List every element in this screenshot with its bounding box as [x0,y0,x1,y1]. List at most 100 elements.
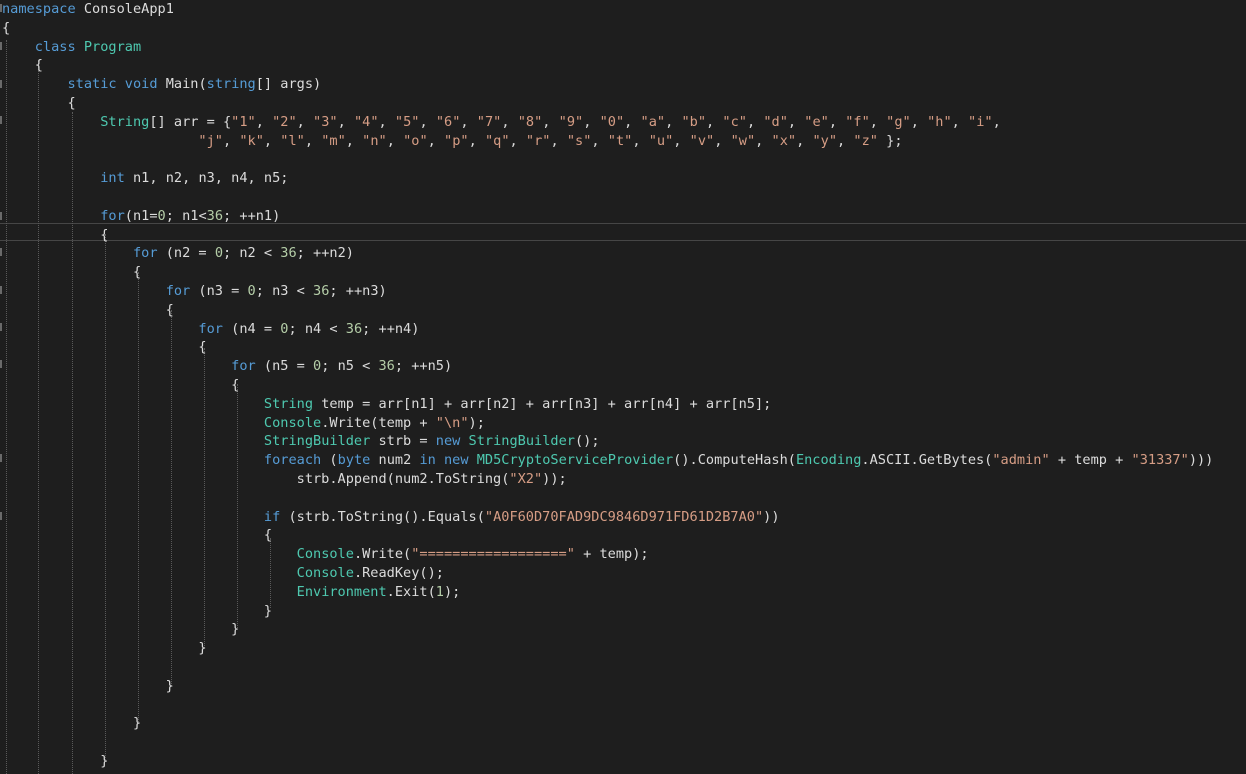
code-line[interactable]: static void Main(string[] args) [2,75,321,94]
code-token: "x" [771,132,797,149]
code-token: num2 [370,452,420,469]
code-line[interactable]: } [2,677,174,696]
code-token: , [222,132,240,149]
code-line[interactable]: } [2,752,108,771]
code-token: , [550,132,567,149]
code-token: for [165,283,191,299]
code-token: [] args) [255,76,322,93]
code-token: StringBuilder [263,433,371,450]
code-line[interactable]: { [2,301,174,320]
code-token: "z" [853,132,878,149]
code-line[interactable]: StringBuilder strb = new StringBuilder()… [2,432,600,451]
code-editor[interactable]: namespace ConsoleApp1{ class Program { s… [0,0,1246,774]
code-line[interactable]: { [2,338,207,357]
code-line[interactable]: Console.ReadKey(); [2,564,444,583]
code-token: ; n2 < [223,245,281,262]
code-token: (n2 = [157,245,215,262]
code-token: Encoding [795,452,862,469]
code-token: , [828,113,846,130]
code-token: 36 [378,358,395,375]
code-token: "d" [763,113,788,130]
code-line[interactable]: Environment.Exit(1); [2,583,461,602]
code-token: String [263,395,314,412]
code-token: "j" [198,132,223,149]
code-token: , [910,113,928,130]
code-line[interactable]: class Program [2,38,141,57]
code-token: "t" [607,132,633,149]
code-token: class [34,38,76,55]
code-line[interactable]: Console.Write("==================" + tem… [2,545,649,564]
code-line[interactable]: } [2,620,239,639]
code-line[interactable]: } [2,602,272,621]
code-token: { [2,377,240,393]
code-token: .ReadKey(); [353,565,444,581]
code-token: temp = arr[n1] + arr[n2] + arr[n3] + arr… [313,395,772,412]
code-token: if [263,508,281,525]
code-line[interactable]: for (n2 = 0; n2 < 36; ++n2) [2,244,354,263]
code-line[interactable]: String[] arr = {"1", "2", "3", "4", "5",… [2,113,1001,132]
code-line[interactable]: for (n3 = 0; n3 < 36; ++n3) [2,282,387,301]
code-token: , [427,132,445,149]
code-token: , [509,132,526,149]
code-token: { [2,339,207,356]
code-line[interactable]: for (n5 = 0; n5 < 36; ++n5) [2,357,452,376]
code-token: ; ++n2) [296,245,354,262]
code-token: "g" [886,113,911,130]
code-line[interactable]: } [2,639,206,658]
code-token: "A0F60D70FAD9DC9846D971FD61D2B7A0" [484,508,764,525]
code-token: strb.Append(num2.ToString( [2,471,510,487]
code-token: 0 [157,207,166,224]
code-token: "3" [313,113,338,130]
code-line[interactable]: strb.Append(num2.ToString("X2")); [2,470,567,489]
code-token: , [419,113,436,130]
code-line[interactable]: { [2,226,108,245]
current-line-highlight [0,223,1246,241]
code-line[interactable]: } [2,714,141,733]
code-line[interactable]: if (strb.ToString().Equals("A0F60D70FAD9… [2,508,780,527]
code-line[interactable]: { [2,19,10,38]
code-line[interactable]: { [2,94,75,113]
code-token: MD5CryptoServiceProvider [476,452,674,469]
code-token: { [2,264,142,281]
code-token: ( [321,452,338,469]
code-token: StringBuilder [468,433,575,450]
code-token: , [706,113,723,130]
code-token: strb = [370,433,436,450]
code-token: "w" [730,132,756,149]
code-token: 36 [313,283,330,299]
code-token: + temp); [574,546,649,563]
code-token: , [951,113,969,130]
code-line[interactable]: for(n1=0; n1<36; ++n1) [2,207,280,226]
code-token: "c" [722,113,747,130]
code-token: , [796,132,813,149]
code-token: , [386,132,404,149]
code-token: "9" [558,113,584,130]
code-line[interactable]: { [2,263,141,282]
code-line[interactable]: { [2,526,272,545]
code-line[interactable]: int n1, n2, n3, n4, n5; [2,169,288,188]
code-line[interactable]: namespace ConsoleApp1 [2,0,174,19]
code-line[interactable]: "j", "k", "l", "m", "n", "o", "p", "q", … [2,132,903,151]
code-line[interactable]: { [2,376,239,395]
code-token: "r" [525,132,551,149]
code-token: Console [296,546,354,563]
code-line[interactable]: { [2,56,43,75]
code-token: "l" [280,132,305,149]
code-line[interactable]: String temp = arr[n1] + arr[n2] + arr[n3… [2,395,771,414]
code-token: }; [877,132,903,149]
code-token: , [665,113,682,130]
code-token: "X2" [509,471,543,487]
code-line[interactable]: foreach (byte num2 in new MD5CryptoServi… [2,451,1213,470]
code-token: { [2,226,109,243]
code-line[interactable]: Console.Write(temp + "\n"); [2,414,485,433]
code-token: .Write(temp + [321,414,436,431]
code-line[interactable]: for (n4 = 0; n4 < 36; ++n4) [2,320,419,339]
